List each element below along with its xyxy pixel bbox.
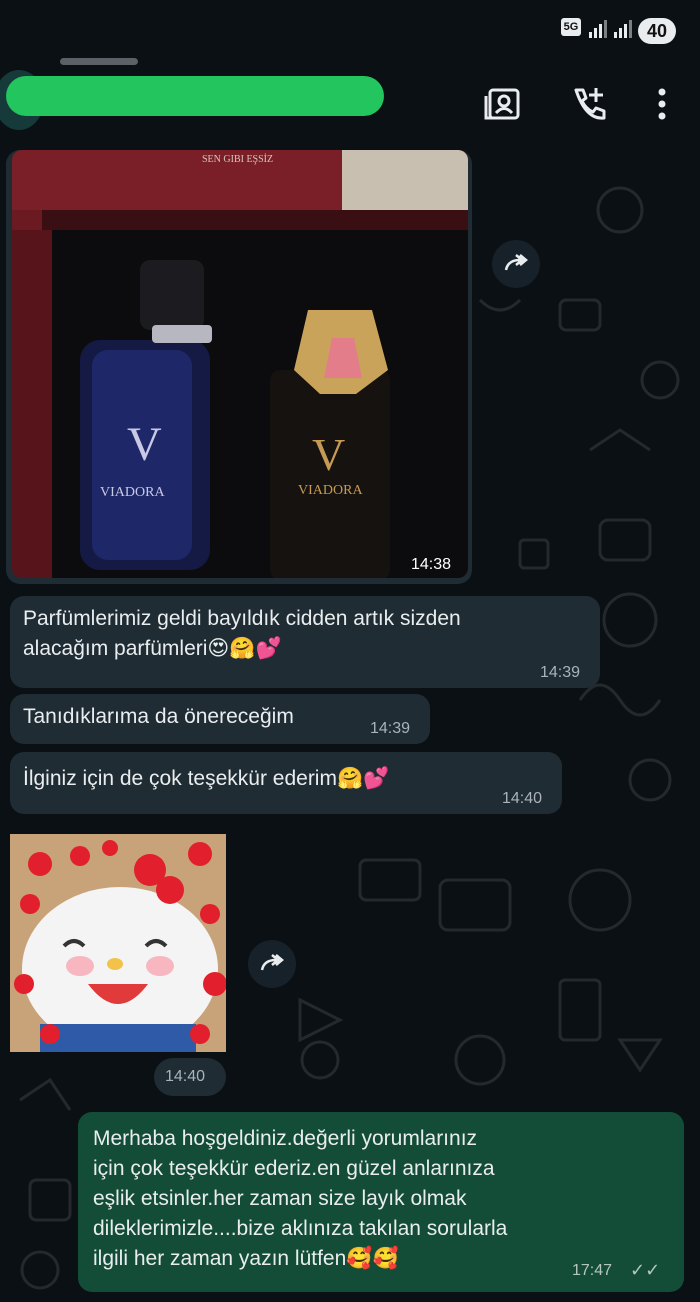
bottle-label-right: VIADORA <box>298 483 363 498</box>
forward-button[interactable] <box>492 240 540 288</box>
message-bubble[interactable]: Tanıdıklarıma da önereceğim 14:39 <box>10 694 430 744</box>
contact-card-icon[interactable] <box>484 84 524 124</box>
box-lid-text: SEN GIBI EŞSİZ <box>202 153 273 165</box>
more-options-icon[interactable] <box>642 84 682 124</box>
message-time: 14:38 <box>411 556 452 573</box>
add-call-icon[interactable] <box>568 84 608 124</box>
svg-text:V: V <box>312 429 345 480</box>
message-text: İlginiz için de çok teşekkür ederim🤗💕 <box>23 767 390 790</box>
message-time: 17:47 <box>572 1262 613 1279</box>
svg-text:V: V <box>127 418 162 471</box>
hello-kitty-sticker[interactable] <box>10 834 226 1052</box>
forward-icon <box>260 954 284 971</box>
message-bubble[interactable]: Parfümlerimiz geldi bayıldık cidden artı… <box>10 596 600 688</box>
signal-icon <box>589 20 607 38</box>
sticker-time-pill: 14:40 <box>154 1058 226 1096</box>
message-bubble[interactable]: İlginiz için de çok teşekkür ederim🤗💕 14… <box>10 752 562 814</box>
bottle-label-left: VIADORA <box>100 485 165 500</box>
message-time: 14:40 <box>165 1068 206 1085</box>
network-type: 5G <box>561 18 581 36</box>
forward-icon <box>504 254 528 271</box>
message-text: Tanıdıklarıma da önereceğim <box>23 705 294 728</box>
message-text: Parfümlerimiz geldi bayıldık cidden artı… <box>23 607 461 660</box>
message-time: 14:39 <box>370 720 411 737</box>
signal-icon-2 <box>614 20 632 38</box>
message-text: Merhaba hoşgeldiniz.değerli yorumlarınız… <box>93 1127 508 1270</box>
message-time: 14:39 <box>540 664 581 681</box>
forward-button[interactable] <box>248 940 296 988</box>
battery-indicator: 40 <box>638 18 676 44</box>
read-receipt-icon: ✓✓ <box>630 1260 661 1280</box>
message-time: 14:40 <box>502 790 543 807</box>
contact-name[interactable] <box>6 76 384 116</box>
outgoing-message-bubble[interactable]: Merhaba hoşgeldiniz.değerli yorumlarınız… <box>78 1112 684 1292</box>
drag-handle <box>60 58 138 65</box>
perfume-photo[interactable]: SEN GIBI EŞSİZ V VIADORA V VIADORA <box>12 150 468 578</box>
image-message[interactable]: SEN GIBI EŞSİZ V VIADORA V VIADORA 14:38 <box>6 150 472 584</box>
